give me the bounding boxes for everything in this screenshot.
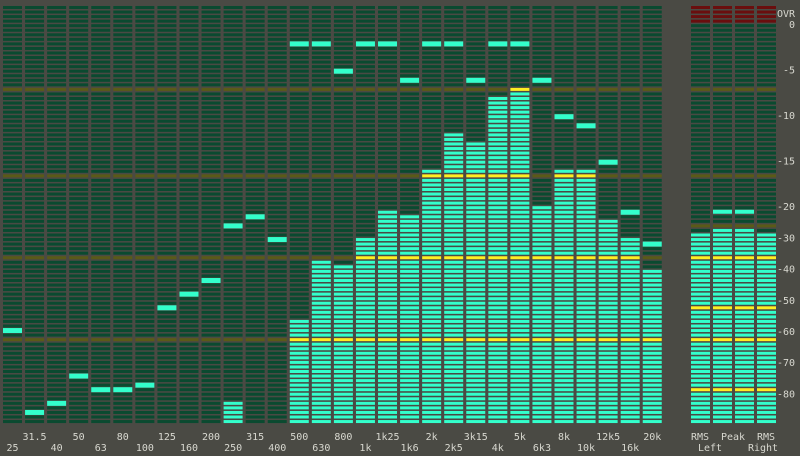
frequency-label: 250 xyxy=(224,443,242,454)
frequency-label: 10k xyxy=(577,443,595,454)
peak-hold-marker xyxy=(444,41,464,47)
meter-scale-label: 0 xyxy=(789,20,795,31)
meter-scale-label: -80 xyxy=(777,389,795,400)
meter-caption: Right xyxy=(748,443,778,454)
frequency-label: 6k3 xyxy=(533,443,551,454)
peak-hold-marker xyxy=(333,68,353,74)
peak-hold-marker xyxy=(91,387,111,393)
spectrum-analyzer: 25 31.5 40 50 63 80 100 125 160 200 250 315 400 500 63… xyxy=(0,0,800,456)
frequency-label: 100 xyxy=(136,443,154,454)
peak-hold-marker xyxy=(267,237,287,243)
frequency-label: 4k xyxy=(492,443,504,454)
frequency-label: 16k xyxy=(621,443,639,454)
peak-hold-marker xyxy=(735,209,754,214)
peak-hold-marker xyxy=(289,41,309,47)
peak-hold-marker xyxy=(311,41,331,47)
peak-hold-marker xyxy=(642,241,662,247)
meter-scale-label: -60 xyxy=(777,327,795,338)
meter-scale-label: OVR xyxy=(777,9,796,20)
frequency-label: 12k5 xyxy=(596,432,620,443)
peak-hold-marker xyxy=(69,373,89,379)
peak-hold-marker xyxy=(422,41,442,47)
meter-scale-label: -50 xyxy=(777,296,795,307)
frequency-label: 1k xyxy=(359,443,371,454)
peak-hold-marker xyxy=(201,278,221,283)
meter-scale-label: -10 xyxy=(777,111,795,122)
frequency-label: 315 xyxy=(246,432,264,443)
peak-hold-marker xyxy=(245,214,265,220)
frequency-label: 3k15 xyxy=(464,432,488,443)
peak-hold-marker xyxy=(355,41,375,47)
meter-scale-label: -40 xyxy=(777,265,795,276)
peak-hold-marker xyxy=(179,291,199,297)
peak-hold-marker xyxy=(554,114,574,120)
frequency-label: 2k xyxy=(426,432,438,443)
meter-caption: RMS xyxy=(757,432,775,443)
peak-hold-marker xyxy=(25,409,45,415)
frequency-label: 50 xyxy=(73,432,85,443)
frequency-label: 400 xyxy=(268,443,286,454)
frequency-label: 1k6 xyxy=(401,443,419,454)
peak-hold-marker xyxy=(113,387,133,393)
meter-caption: Left xyxy=(698,443,722,454)
peak-hold-marker xyxy=(576,123,596,129)
frequency-label: 8k xyxy=(558,432,570,443)
frequency-label: 80 xyxy=(117,432,129,443)
frequency-label: 1k25 xyxy=(375,432,399,443)
peak-hold-marker xyxy=(378,41,398,47)
frequency-label: 500 xyxy=(290,432,308,443)
peak-hold-marker xyxy=(713,209,732,214)
frequency-label: 630 xyxy=(312,443,330,454)
frequency-label: 2k5 xyxy=(445,443,463,454)
frequency-label: 40 xyxy=(51,443,63,454)
peak-hold-marker xyxy=(3,328,22,334)
peak-hold-marker xyxy=(135,382,155,388)
peak-hold-marker xyxy=(400,77,420,83)
frequency-label: 25 xyxy=(6,443,18,454)
meter-scale-label: -20 xyxy=(777,202,795,213)
frequency-label: 20k xyxy=(643,432,661,443)
peak-hold-marker xyxy=(620,209,640,215)
peak-hold-marker xyxy=(598,159,618,165)
meter-scale-label: -30 xyxy=(777,233,795,244)
peak-hold-marker xyxy=(510,41,530,47)
meter-scale-label: -5 xyxy=(783,66,795,77)
peak-hold-marker xyxy=(223,223,243,229)
frequency-label: 63 xyxy=(95,443,107,454)
peak-hold-marker xyxy=(157,305,177,311)
peak-hold-marker xyxy=(488,41,508,47)
meter-caption: Peak xyxy=(721,432,745,443)
peak-hold-marker xyxy=(532,77,552,83)
analyzer-canvas: 25 31.5 40 50 63 80 100 125 160 200 250 315 400 500 63… xyxy=(0,0,800,456)
frequency-label: 31.5 xyxy=(23,432,47,443)
frequency-label: 125 xyxy=(158,432,176,443)
peak-hold-marker xyxy=(47,400,67,406)
meter-scale-label: -15 xyxy=(777,157,795,168)
meter-caption: RMS xyxy=(691,432,709,443)
frequency-label: 5k xyxy=(514,432,526,443)
meter-scale-label: -70 xyxy=(777,358,795,369)
peak-hold-marker xyxy=(466,77,486,83)
frequency-label: 160 xyxy=(180,443,198,454)
frequency-label: 800 xyxy=(334,432,352,443)
frequency-label: 200 xyxy=(202,432,220,443)
